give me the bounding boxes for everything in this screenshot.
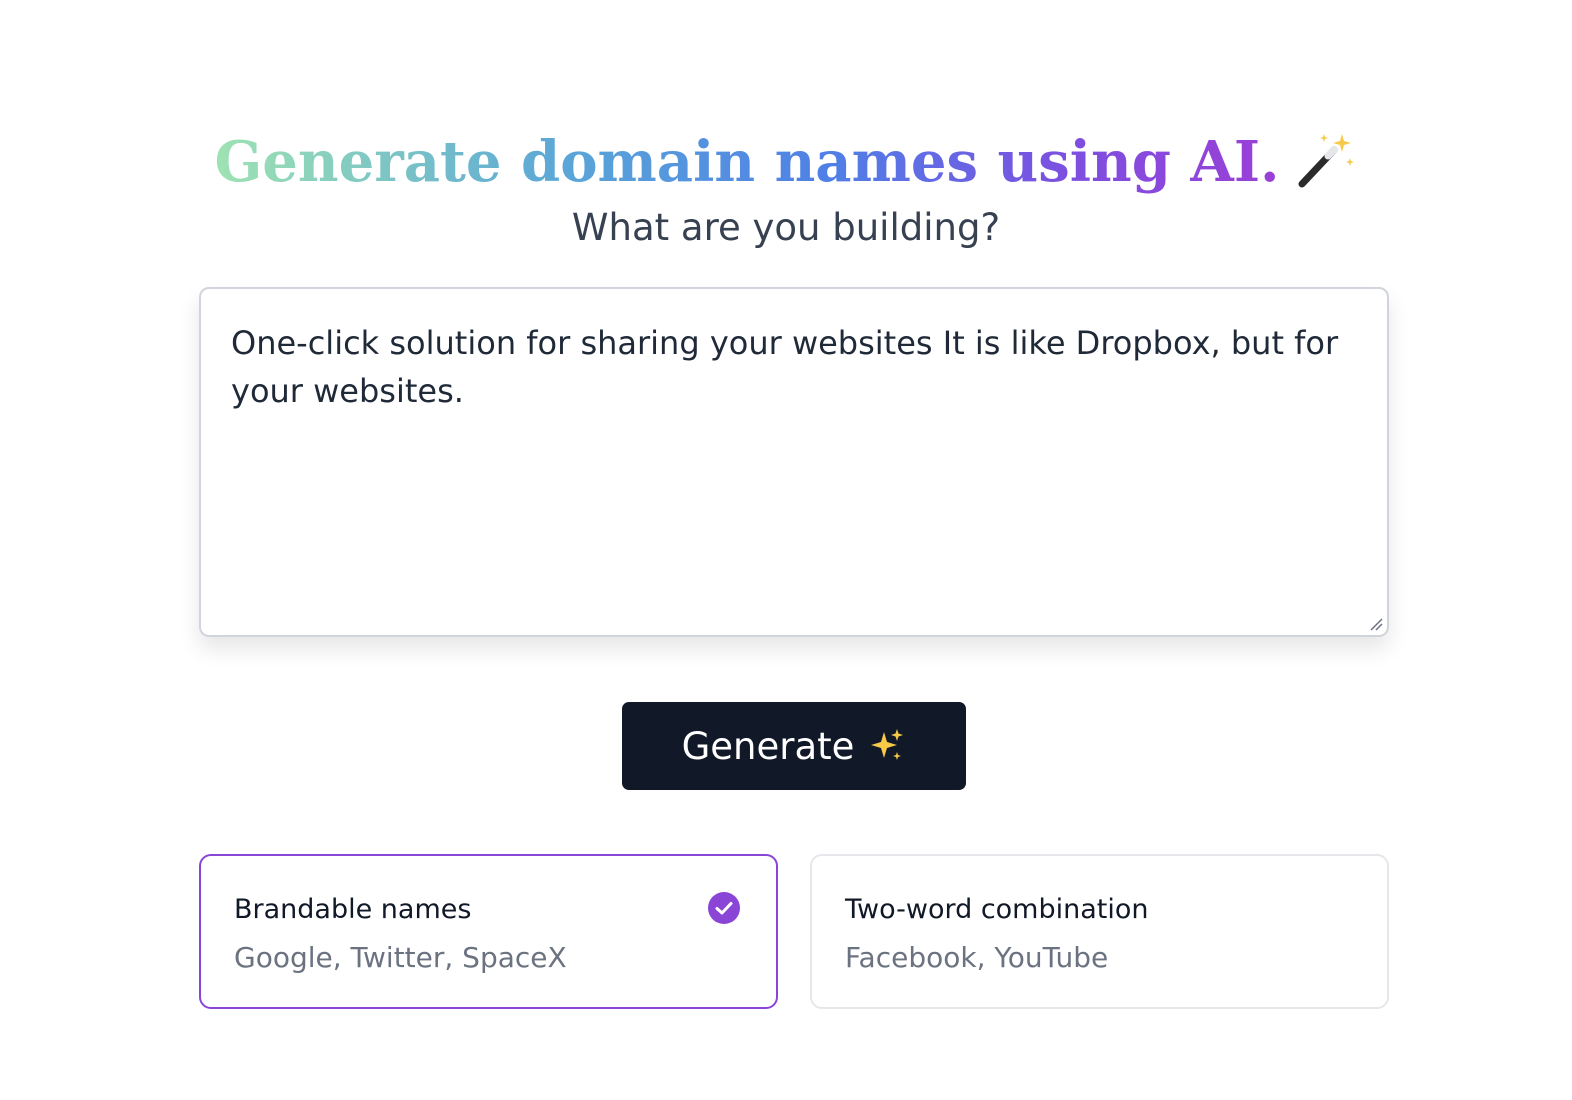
page-title-text: Generate domain names using AI. <box>214 128 1280 195</box>
option-brandable-names[interactable]: Brandable names Google, Twitter, SpaceX <box>199 854 778 1009</box>
description-text[interactable]: One-click solution for sharing your webs… <box>231 324 1338 410</box>
option-examples: Facebook, YouTube <box>845 941 1109 974</box>
resize-handle-icon[interactable] <box>1369 617 1383 631</box>
option-examples: Google, Twitter, SpaceX <box>234 941 567 974</box>
check-circle-icon <box>708 892 740 924</box>
magic-wand-icon <box>1298 133 1354 188</box>
option-title: Brandable names <box>234 894 472 925</box>
sparkles-icon <box>871 729 904 760</box>
option-title: Two-word combination <box>845 894 1149 925</box>
generate-button[interactable]: Generate <box>622 702 966 790</box>
prompt-question: What are you building? <box>571 206 1001 249</box>
option-two-word-combination[interactable]: Two-word combination Facebook, YouTube <box>810 854 1389 1009</box>
generate-button-label: Generate <box>681 724 855 768</box>
description-textarea[interactable]: One-click solution for sharing your webs… <box>199 287 1389 637</box>
page-title: Generate domain names using AI. <box>0 122 1572 202</box>
